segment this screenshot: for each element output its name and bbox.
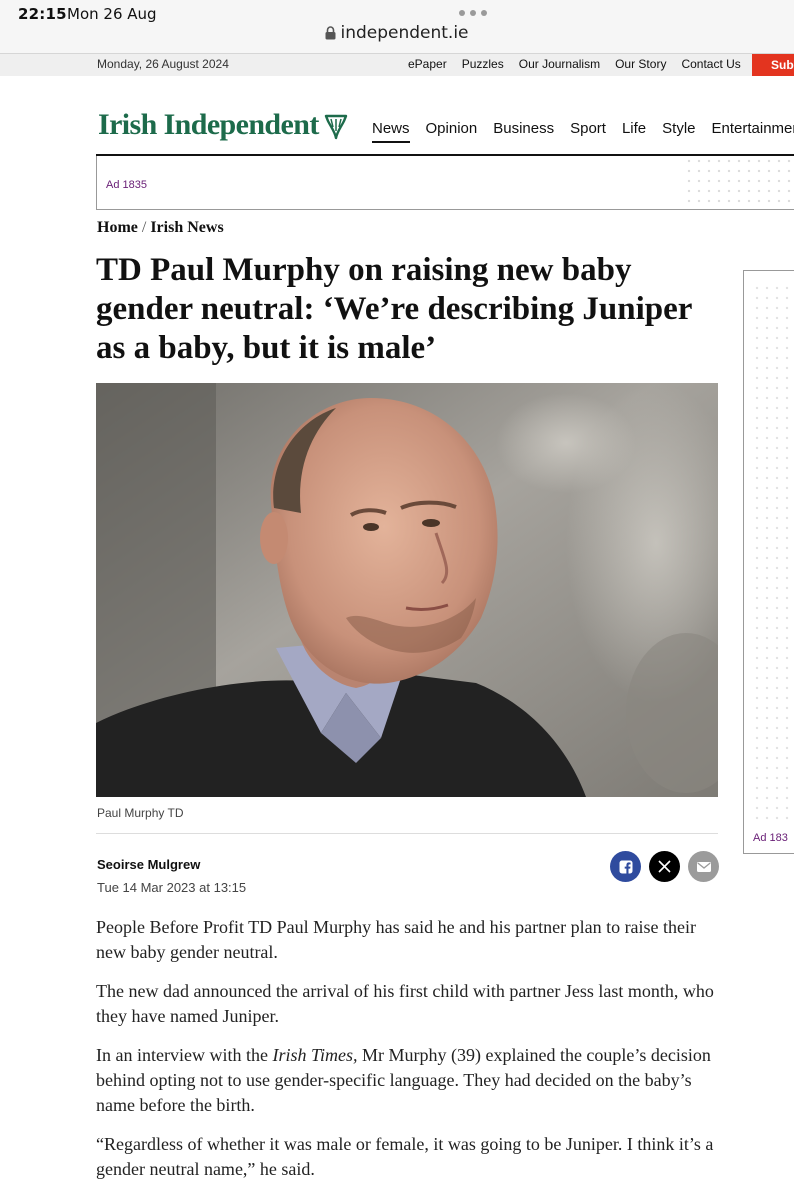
banner-ad[interactable]: Ad 1835 xyxy=(96,156,794,210)
utility-link-epaper[interactable]: ePaper xyxy=(408,57,447,71)
main-nav: News Opinion Business Sport Life Style E… xyxy=(372,120,794,143)
status-time: 22:15 xyxy=(18,5,67,23)
article-paragraph: People Before Profit TD Paul Murphy has … xyxy=(96,917,697,962)
subscribe-button[interactable]: Subs xyxy=(752,54,794,76)
portrait-photo xyxy=(96,383,718,797)
nav-item-style[interactable]: Style xyxy=(662,120,695,143)
tab-overview-dots-icon[interactable] xyxy=(459,10,487,16)
breadcrumb-home[interactable]: Home xyxy=(97,219,138,236)
breadcrumb: Home / Irish News xyxy=(97,219,224,237)
nav-item-opinion[interactable]: Opinion xyxy=(426,120,478,143)
harp-icon xyxy=(324,114,348,140)
site-logo[interactable]: Irish Independent xyxy=(98,108,319,142)
url-text: independent.ie xyxy=(340,23,469,43)
article-headline: TD Paul Murphy on raising new baby gende… xyxy=(96,252,692,366)
author-name[interactable]: Seoirse Mulgrew xyxy=(97,857,200,872)
article-hero-image[interactable] xyxy=(96,383,718,797)
nav-item-sport[interactable]: Sport xyxy=(570,120,606,143)
publish-date: Tue 14 Mar 2023 at 13:15 xyxy=(97,880,247,895)
article-paragraph: In an interview with the Irish Times, Mr… xyxy=(96,1043,720,1118)
banner-ad-label: Ad 1835 xyxy=(106,179,147,191)
share-email-button[interactable] xyxy=(688,851,719,882)
x-icon xyxy=(658,860,671,873)
publication-link[interactable]: Irish Times, xyxy=(272,1045,357,1065)
email-icon xyxy=(696,861,711,872)
ad-pattern xyxy=(684,156,794,209)
breadcrumb-section[interactable]: Irish News xyxy=(150,219,223,236)
article-paragraph: The new dad announced the arrival of his… xyxy=(96,981,714,1026)
utility-links: ePaper Puzzles Our Journalism Our Story … xyxy=(408,57,756,71)
utility-bar: Monday, 26 August 2024 ePaper Puzzles Ou… xyxy=(0,54,794,76)
article-paragraph: “Regardless of whether it was male or fe… xyxy=(96,1134,714,1179)
utility-link-puzzles[interactable]: Puzzles xyxy=(462,57,504,71)
masthead: Irish Independent News Opinion Business … xyxy=(0,76,794,154)
nav-item-news[interactable]: News xyxy=(372,120,410,143)
utility-date: Monday, 26 August 2024 xyxy=(97,57,229,71)
nav-item-life[interactable]: Life xyxy=(622,120,646,143)
utility-link-our-journalism[interactable]: Our Journalism xyxy=(519,57,600,71)
side-ad-pattern xyxy=(752,283,794,823)
breadcrumb-separator: / xyxy=(141,219,147,236)
lock-icon xyxy=(325,26,336,40)
utility-link-our-story[interactable]: Our Story xyxy=(615,57,666,71)
nav-item-business[interactable]: Business xyxy=(493,120,554,143)
utility-link-contact-us[interactable]: Contact Us xyxy=(681,57,740,71)
side-ad[interactable]: Ad 183 xyxy=(743,270,794,854)
side-ad-label: Ad 183 xyxy=(753,832,788,844)
facebook-icon xyxy=(619,860,632,874)
image-caption: Paul Murphy TD xyxy=(97,806,184,820)
caption-divider xyxy=(96,833,718,834)
share-facebook-button[interactable] xyxy=(610,851,641,882)
browser-bar: 22:15 Mon 26 Aug independent.ie xyxy=(0,0,794,54)
nav-item-entertainment[interactable]: Entertainment xyxy=(712,120,794,143)
article-body: People Before Profit TD Paul Murphy has … xyxy=(96,915,720,1196)
share-x-button[interactable] xyxy=(649,851,680,882)
status-date: Mon 26 Aug xyxy=(67,5,157,23)
paragraph-text: In an interview with the xyxy=(96,1045,273,1065)
address-bar[interactable]: independent.ie xyxy=(0,23,794,43)
